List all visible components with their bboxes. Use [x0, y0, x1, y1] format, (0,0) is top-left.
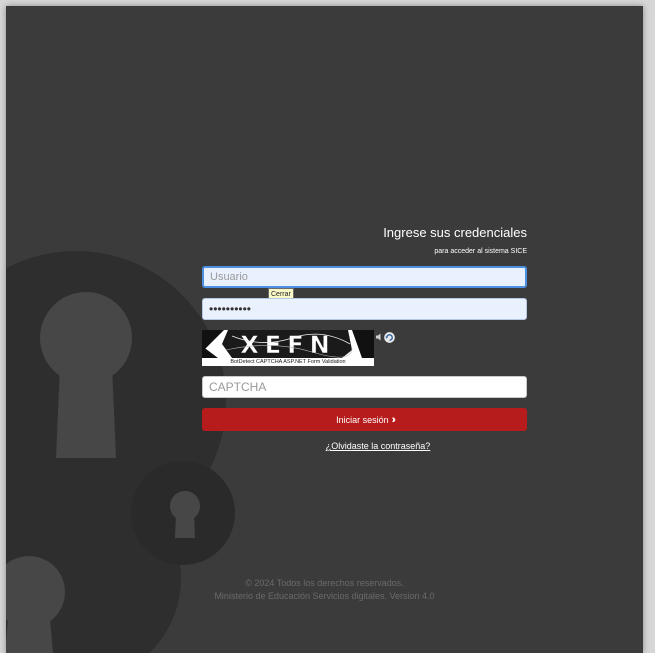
captcha-reload-icon[interactable] [384, 332, 395, 343]
password-input[interactable] [202, 298, 527, 320]
captcha-caption: BotDetect CAPTCHA ASP.NET Form Validatio… [202, 358, 374, 366]
login-button[interactable]: Iniciar sesión ›› [202, 408, 527, 431]
captcha-sound-icon[interactable] [376, 333, 382, 341]
captcha-area: XEFN BotDetect CAPTCHA ASP.NET Form Vali… [202, 330, 527, 368]
login-window: Ingrese sus credenciales para acceder al… [6, 6, 643, 653]
username-wrapper: Cerrar [202, 266, 527, 301]
login-heading: Ingrese sus credenciales [383, 225, 527, 240]
login-subheading: para acceder al sistema SICE [434, 248, 527, 255]
login-form: Ingrese sus credenciales para acceder al… [202, 225, 527, 451]
username-input[interactable] [202, 266, 527, 288]
login-button-label: Iniciar sesión [336, 414, 389, 425]
footer-copyright: © 2024 Todos los derechos reservados. [245, 578, 404, 588]
footer: © 2024 Todos los derechos reservados. Mi… [6, 577, 643, 603]
captcha-input[interactable] [202, 376, 527, 398]
double-chevron-right-icon: ›› [391, 413, 397, 426]
forgot-password-link[interactable]: ¿Olvidaste la contraseña? [229, 441, 527, 451]
footer-ministry: Ministerio de Educación Servicios digita… [214, 591, 435, 601]
